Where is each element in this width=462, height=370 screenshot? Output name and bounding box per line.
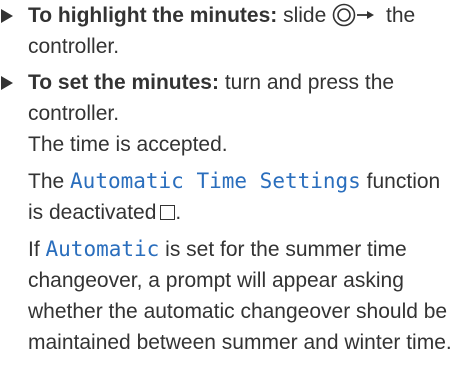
option-name: Automatic: [45, 237, 160, 261]
note-text-start: The: [28, 170, 65, 193]
bullet-arrow-icon: [1, 76, 13, 90]
step-highlight-minutes: To highlight the minutes: slide the cont…: [0, 0, 455, 62]
note-text-start: If: [28, 238, 40, 261]
empty-checkbox-icon: [160, 205, 176, 220]
function-name: Automatic Time Settings: [70, 169, 361, 193]
step-label: To set the minutes:: [28, 71, 219, 94]
step-label: To highlight the minutes:: [28, 4, 278, 27]
controller-slide-right-icon: [332, 3, 378, 27]
step-set-minutes: To set the minutes: turn and press the c…: [0, 67, 455, 358]
result-text: The time is accepted.: [28, 133, 228, 156]
deactivation-note: The Automatic Time Settings function is …: [28, 169, 441, 224]
bullet-arrow-icon: [1, 9, 13, 23]
step-instruction: slide: [283, 4, 327, 27]
summer-time-note: If Automatic is set for the summer time …: [28, 234, 455, 358]
step-text: To highlight the minutes: slide the cont…: [28, 0, 455, 62]
step-text: To set the minutes: turn and press the c…: [28, 67, 455, 358]
